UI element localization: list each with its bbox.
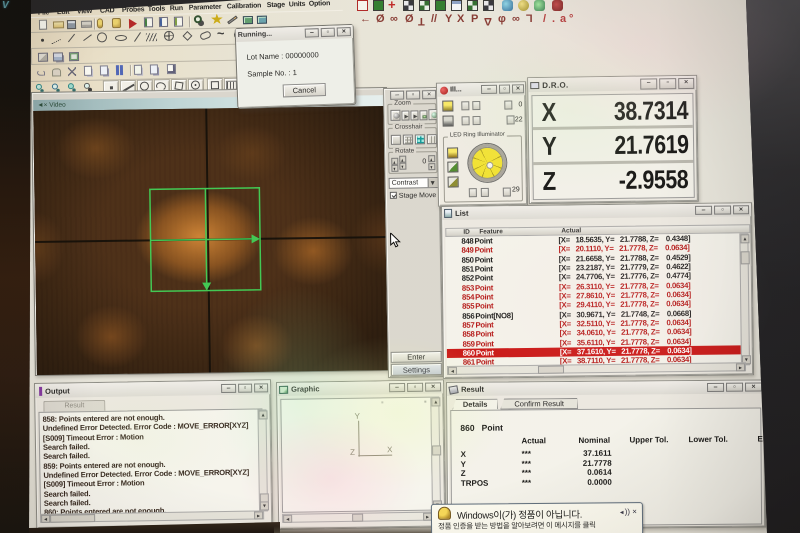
svg-text:Y: Y [354,412,360,421]
svg-text:Z: Z [350,448,355,457]
svg-text:X: X [387,445,393,454]
